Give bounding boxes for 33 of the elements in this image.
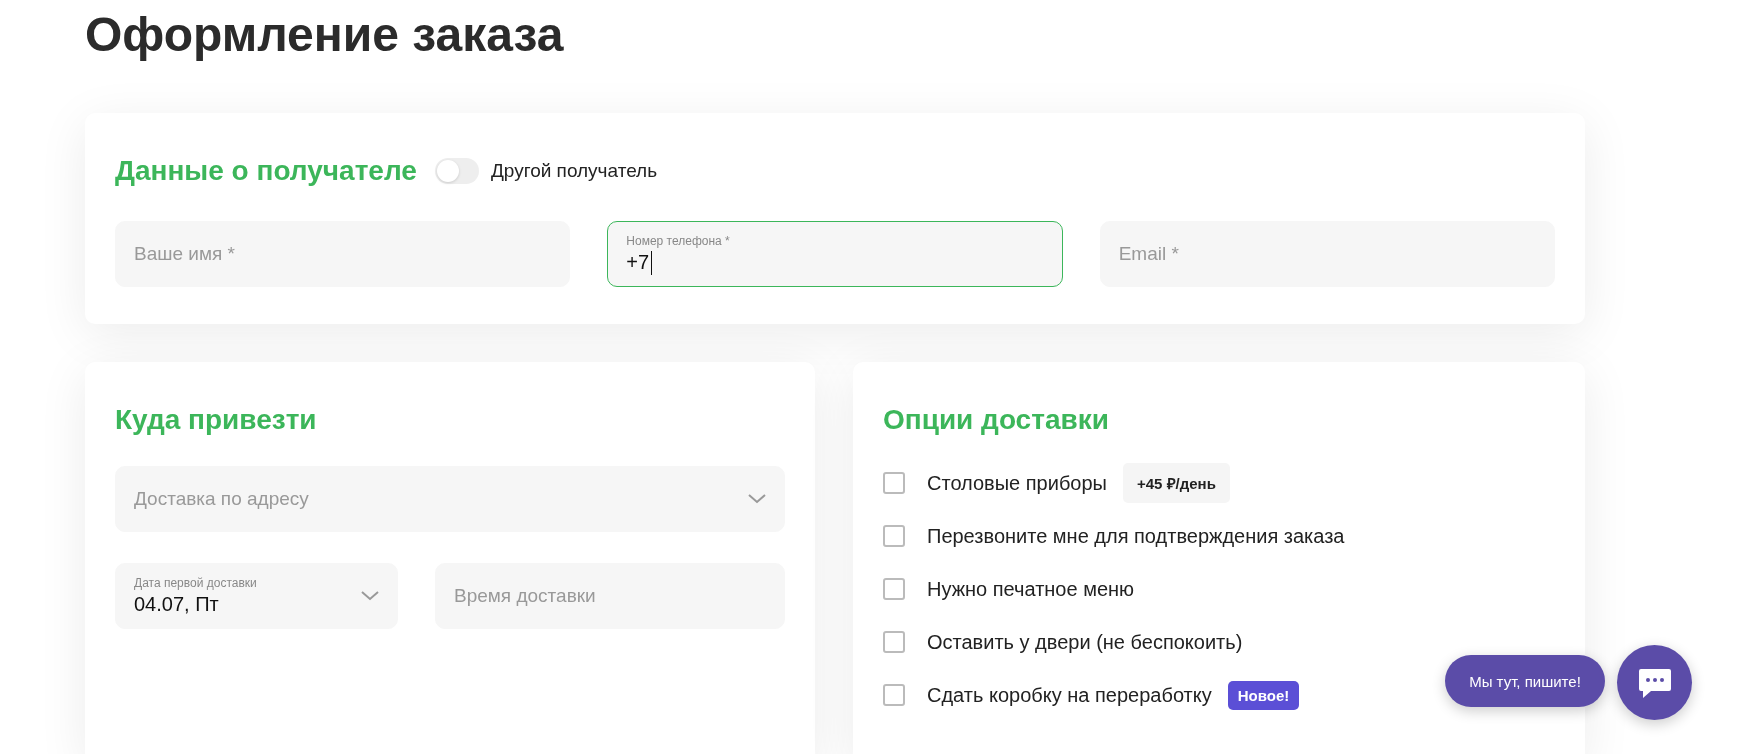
section-title: Куда привезти: [115, 404, 317, 436]
field-placeholder: Доставка по адресу: [134, 488, 309, 510]
checkbox[interactable]: [883, 631, 905, 653]
field-label: Дата первой доставки: [134, 576, 257, 590]
section-title: Опции доставки: [883, 404, 1109, 436]
option-label: Столовые приборы: [927, 471, 1107, 495]
chat-button[interactable]: [1617, 645, 1692, 720]
new-badge: Новое!: [1227, 680, 1300, 710]
option-label: Оставить у двери (не беспокоить): [927, 630, 1243, 654]
date-dropdown[interactable]: Дата первой доставки 04.07, Пт: [115, 563, 398, 629]
section-title: Данные о получателе: [115, 155, 417, 187]
input-field[interactable]: Email *: [1099, 221, 1555, 287]
text-cursor: [651, 250, 653, 275]
checkbox[interactable]: [883, 525, 905, 547]
chevron-down-icon: [748, 494, 766, 504]
checkbox[interactable]: [883, 578, 905, 600]
input-field[interactable]: Номер телефона * +7: [607, 221, 1063, 287]
option-label: Перезвоните мне для подтверждения заказа: [927, 524, 1345, 548]
field-label: Номер телефона *: [626, 233, 731, 248]
chat-prompt[interactable]: Мы тут, пишите!: [1445, 655, 1605, 707]
field-value: +7: [626, 251, 650, 274]
toggle-label: Другой получатель: [490, 160, 658, 182]
option-label: Сдать коробку на переработку: [927, 683, 1212, 707]
field-value: 04.07, Пт: [134, 593, 220, 616]
option-label: Нужно печатное меню: [927, 577, 1135, 601]
checkbox[interactable]: [883, 684, 905, 706]
chevron-down-icon: [361, 591, 379, 601]
page-title: Оформление заказа: [85, 7, 565, 63]
input-field[interactable]: Время доставки: [435, 563, 785, 629]
input-field[interactable]: Ваше имя *: [115, 221, 571, 287]
toggle-switch[interactable]: [434, 158, 479, 184]
price-tag: +45 ₽/день: [1122, 463, 1230, 503]
checkbox[interactable]: [883, 472, 905, 494]
